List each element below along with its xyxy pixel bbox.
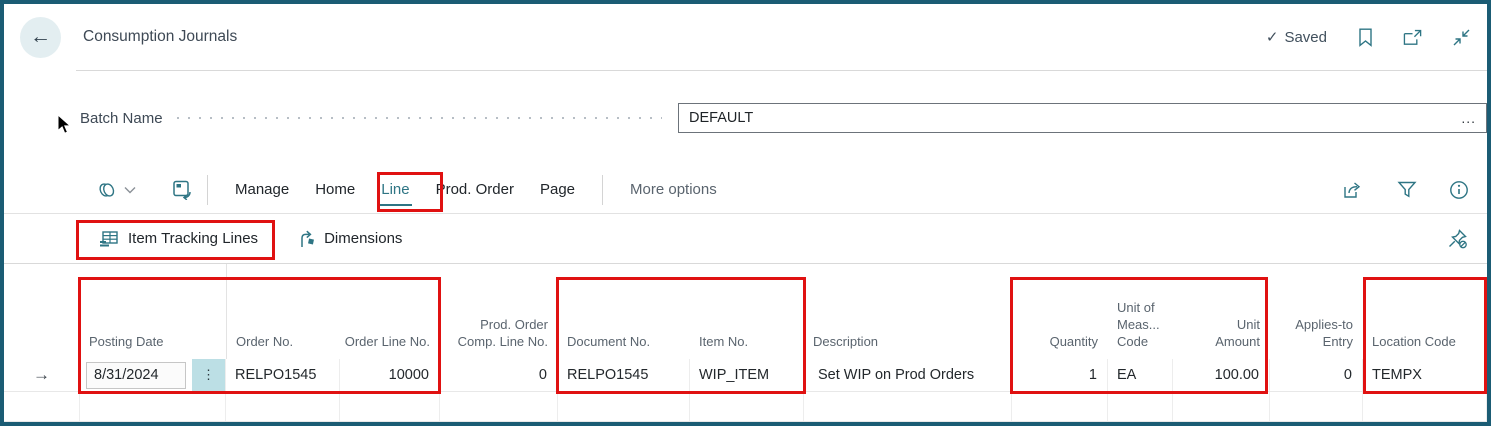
- batch-lookup-button[interactable]: ...: [1461, 110, 1476, 126]
- column-header-posting-date[interactable]: Posting Date: [80, 264, 226, 359]
- batch-name-row: Batch Name DEFAULT ...: [4, 96, 1487, 140]
- active-tab-underline: [379, 203, 412, 206]
- info-icon[interactable]: [1449, 180, 1469, 200]
- column-header-selector: [4, 264, 80, 359]
- table-header-row: Posting Date Order No. Order Line No. Pr…: [4, 264, 1487, 359]
- prod-order-comp-line-no-cell[interactable]: 0: [440, 359, 558, 391]
- ribbon-tab-bar: Manage Home Line Prod. Order Page More o…: [4, 166, 1487, 214]
- column-header-applies-to-entry[interactable]: Applies-to Entry: [1270, 264, 1363, 359]
- posting-date-input[interactable]: 8/31/2024: [86, 361, 186, 389]
- column-header-unit-amount[interactable]: Unit Amount: [1173, 264, 1270, 359]
- empty-table-row[interactable]: [4, 392, 1487, 422]
- collapse-icon[interactable]: [1451, 27, 1471, 47]
- bookmark-icon[interactable]: [1355, 27, 1375, 47]
- top-bar: ← Consumption Journals ✓ Saved: [4, 4, 1487, 70]
- tab-prod-order[interactable]: Prod. Order: [423, 181, 527, 198]
- dimensions-icon: [298, 230, 315, 248]
- dotted-leader: [176, 117, 662, 119]
- vertical-ellipsis-icon: ⋮: [202, 367, 215, 382]
- saved-label: Saved: [1284, 28, 1327, 46]
- batch-name-label: Batch Name: [80, 109, 163, 127]
- tab-line[interactable]: Line: [368, 181, 422, 206]
- batch-name-input[interactable]: DEFAULT ...: [678, 103, 1487, 133]
- applies-to-entry-cell[interactable]: 0: [1270, 359, 1363, 391]
- column-header-location-code[interactable]: Location Code: [1363, 264, 1487, 359]
- description-cell[interactable]: Set WIP on Prod Orders: [804, 359, 1012, 391]
- posting-date-cell: 8/31/2024 ⋮: [80, 359, 226, 391]
- column-header-quantity[interactable]: Quantity: [1012, 264, 1108, 359]
- top-bar-right: ✓ Saved: [1266, 27, 1471, 47]
- filter-icon[interactable]: [1397, 180, 1417, 199]
- table-row: → 8/31/2024 ⋮ RELPO1545 10000 0 RELPO154…: [4, 359, 1487, 392]
- line-action-bar: Item Tracking Lines Dimensions: [4, 214, 1487, 264]
- item-tracking-icon: [99, 230, 119, 248]
- open-in-new-window-icon[interactable]: [1403, 27, 1423, 47]
- tab-page[interactable]: Page: [527, 181, 588, 198]
- tab-manage[interactable]: Manage: [222, 181, 302, 198]
- location-code-cell[interactable]: TEMPX: [1363, 359, 1487, 391]
- back-button[interactable]: ←: [20, 16, 61, 58]
- row-selector-cell[interactable]: →: [4, 359, 80, 391]
- item-no-cell[interactable]: WIP_ITEM: [690, 359, 804, 391]
- order-no-cell[interactable]: RELPO1545: [226, 359, 340, 391]
- column-header-order-no[interactable]: Order No.: [226, 264, 340, 359]
- dimensions-button[interactable]: Dimensions: [298, 230, 402, 248]
- more-options-button[interactable]: More options: [617, 181, 730, 198]
- column-header-prod-order-comp-line-no[interactable]: Prod. Order Comp. Line No.: [440, 264, 558, 359]
- column-header-order-line-no[interactable]: Order Line No.: [340, 264, 440, 359]
- share-icon[interactable]: [1343, 180, 1365, 200]
- chevron-down-icon[interactable]: [124, 186, 136, 194]
- unpin-icon[interactable]: [1447, 228, 1469, 250]
- item-tracking-lines-label: Item Tracking Lines: [128, 230, 259, 247]
- column-header-unit-of-measure-code[interactable]: Unit of Meas... Code: [1108, 264, 1173, 359]
- quantity-cell[interactable]: 1: [1012, 359, 1108, 391]
- tab-home[interactable]: Home: [302, 181, 368, 198]
- assist-menu-button[interactable]: ⋮: [192, 359, 225, 391]
- order-line-no-cell[interactable]: 10000: [340, 359, 440, 391]
- row-selector-arrow-icon: →: [33, 365, 50, 384]
- dimensions-label: Dimensions: [324, 230, 403, 247]
- column-header-document-no[interactable]: Document No.: [558, 264, 690, 359]
- column-header-description[interactable]: Description: [804, 264, 1012, 359]
- unit-amount-cell[interactable]: 100.00: [1173, 359, 1270, 391]
- ribbon-right-icons: [1343, 180, 1487, 200]
- journal-lines-table: Posting Date Order No. Order Line No. Pr…: [4, 264, 1487, 422]
- document-no-cell[interactable]: RELPO1545: [558, 359, 690, 391]
- saved-check-icon: ✓: [1265, 29, 1279, 46]
- focus-mode-icon[interactable]: [172, 179, 193, 200]
- page-title: Consumption Journals: [83, 28, 238, 45]
- action-bar-right: [1447, 228, 1487, 250]
- column-header-item-no[interactable]: Item No.: [690, 264, 804, 359]
- toolbar-divider: [602, 174, 604, 205]
- toolbar-divider: [207, 174, 208, 205]
- save-status: ✓ Saved: [1265, 28, 1327, 47]
- journal-batches-icon[interactable]: [96, 179, 118, 201]
- item-tracking-lines-button[interactable]: Item Tracking Lines: [99, 230, 258, 248]
- unit-of-measure-code-cell[interactable]: EA: [1108, 359, 1173, 391]
- title-divider: [76, 70, 1487, 71]
- batch-name-value: DEFAULT: [689, 110, 754, 126]
- consumption-journals-page: ← Consumption Journals ✓ Saved Batch Nam…: [0, 0, 1491, 426]
- back-arrow-icon: ←: [30, 25, 51, 48]
